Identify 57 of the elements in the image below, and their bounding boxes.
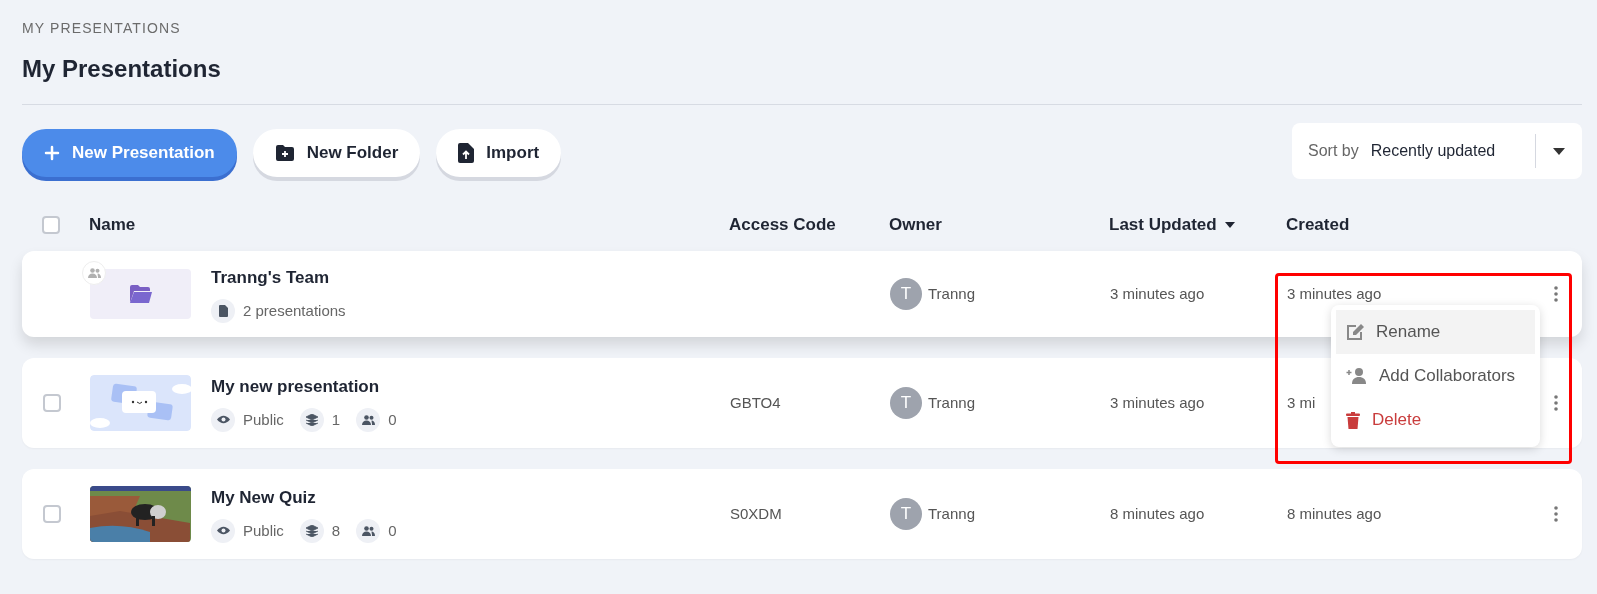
add-user-icon (1346, 368, 1367, 384)
row-checkbox[interactable] (43, 505, 61, 523)
owner-name: Tranng (928, 503, 975, 524)
menu-item[interactable]: Rename (1336, 310, 1535, 354)
last-updated: 8 minutes ago (1110, 505, 1205, 522)
folder-plus-icon (274, 144, 295, 162)
created-date: 8 minutes ago (1287, 505, 1382, 522)
access-code: S0XDM (730, 505, 782, 522)
item-title[interactable]: My New Quiz (211, 485, 730, 511)
column-header[interactable]: Owner (889, 212, 942, 238)
owner-name: Tranng (928, 283, 975, 304)
file-upload-icon (458, 143, 475, 163)
eye-icon (211, 518, 235, 543)
more-icon[interactable] (1554, 395, 1558, 411)
item-title[interactable]: My new presentation (211, 374, 730, 400)
last-updated: 3 minutes ago (1110, 394, 1205, 411)
caret-down-icon (1553, 147, 1565, 155)
people-icon (87, 268, 101, 278)
last-updated: 3 minutes ago (1110, 285, 1205, 302)
presentation-row[interactable]: My New Quiz Public 8 0 S0XDM T Tranng 8 minutes ago 8 minutes ago (22, 469, 1582, 559)
column-header[interactable]: Access Code (729, 212, 836, 238)
stat-text: 8 (331, 520, 341, 541)
stat-text: 0 (388, 520, 397, 541)
column-header[interactable]: Last Updated (1109, 212, 1235, 238)
layers-icon (299, 407, 324, 432)
stat-text: 1 (331, 409, 341, 430)
more-icon[interactable] (1554, 506, 1558, 522)
stat-text: Public (243, 409, 284, 430)
owner-avatar: T (890, 278, 922, 310)
created-date: 3 minutes ago (1287, 285, 1382, 302)
eye-icon (211, 407, 235, 432)
sort-dropdown[interactable]: Sort by Recently updated (1292, 123, 1582, 179)
item-title[interactable]: Tranng's Team (211, 265, 730, 291)
file-icon (211, 298, 235, 323)
owner-name: Tranng (928, 392, 975, 413)
select-all-checkbox[interactable] (42, 216, 60, 234)
stat-text: Public (243, 520, 284, 541)
created-date: 3 mi (1287, 394, 1316, 411)
column-header[interactable]: Name (89, 212, 136, 238)
sort-value: Recently updated (1370, 141, 1496, 161)
sort-label: Sort by (1308, 141, 1359, 161)
layers-icon (299, 518, 324, 543)
owner-avatar: T (890, 498, 922, 530)
sort-caret-icon (1224, 222, 1235, 228)
more-icon[interactable] (1554, 286, 1558, 302)
edit-icon (1346, 323, 1364, 341)
plus-icon (44, 145, 60, 161)
stat-text: 0 (388, 409, 397, 430)
owner-avatar: T (890, 387, 922, 419)
menu-item[interactable]: Delete (1336, 398, 1535, 442)
breadcrumb: MY PRESENTATIONS (22, 19, 182, 37)
trash-icon (1346, 411, 1360, 429)
page-title: My Presentations (22, 54, 222, 84)
stat-text: 2 presentations (243, 300, 346, 321)
column-header[interactable]: Created (1286, 212, 1350, 238)
access-code: GBTO4 (730, 394, 781, 411)
row-checkbox[interactable] (43, 394, 61, 412)
